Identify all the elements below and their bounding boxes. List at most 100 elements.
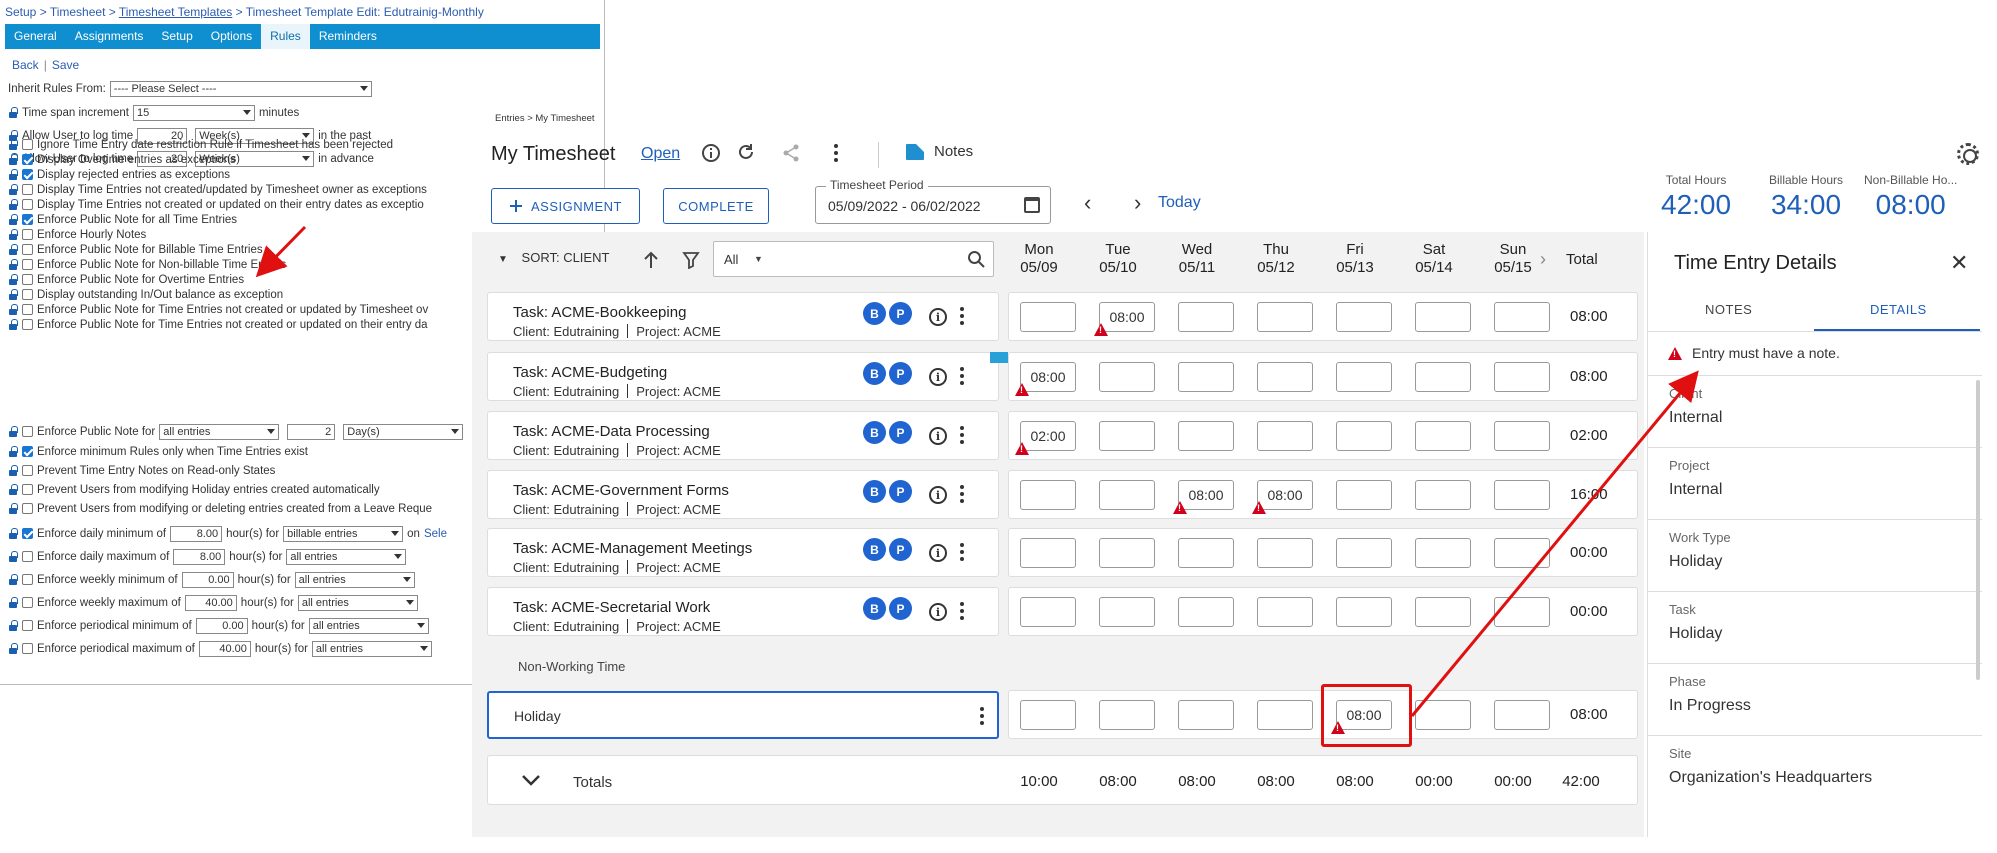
legacy-tab-rules[interactable]: Rules [261, 24, 310, 49]
tab-notes[interactable]: NOTES [1705, 302, 1752, 317]
time-entry-cell[interactable] [1020, 302, 1076, 332]
time-entry-cell[interactable] [1415, 480, 1471, 510]
time-entry-cell[interactable] [1336, 421, 1392, 451]
time-entry-cell[interactable] [1178, 700, 1234, 730]
collapse-chevron-icon[interactable] [521, 774, 541, 788]
task-more-icon[interactable] [960, 602, 964, 622]
lock-icon[interactable] [8, 289, 18, 300]
task-card[interactable]: Task: ACME-Government Forms Client: Edutr… [487, 470, 999, 519]
rule-checkbox[interactable] [22, 319, 33, 330]
task-info-icon[interactable]: i [929, 603, 947, 621]
note-for-select[interactable]: all entries [159, 423, 280, 440]
rule-checkbox[interactable] [22, 465, 33, 476]
time-entry-cell[interactable] [1099, 362, 1155, 392]
time-entry-cell[interactable] [1178, 597, 1234, 627]
rule-checkbox[interactable] [22, 169, 33, 180]
filter-caret-icon[interactable]: ▼ [754, 254, 763, 264]
time-entry-cell[interactable] [1257, 700, 1313, 730]
time-entry-cell[interactable] [1336, 362, 1392, 392]
task-card[interactable]: Task: ACME-Bookkeeping Client: Edutrainin… [487, 292, 999, 341]
time-entry-cell[interactable] [1415, 700, 1471, 730]
rule-checkbox[interactable] [22, 484, 33, 495]
legacy-tab-assignments[interactable]: Assignments [66, 24, 153, 49]
time-entry-cell[interactable] [1494, 362, 1550, 392]
rule-checkbox[interactable] [22, 214, 33, 225]
time-entry-cell[interactable] [1099, 480, 1155, 510]
sort-control[interactable]: ▼ SORT: CLIENT [498, 250, 609, 265]
task-more-icon[interactable] [960, 543, 964, 563]
lock-icon[interactable] [8, 465, 18, 476]
next-period-chevron-icon[interactable]: › [1134, 190, 1141, 216]
scroll-days-chevron-icon[interactable]: › [1532, 248, 1554, 270]
tab-details[interactable]: DETAILS [1870, 302, 1927, 317]
rule-checkbox[interactable] [22, 244, 33, 255]
inherit-select[interactable]: ---- Please Select ---- [109, 80, 372, 97]
rule-checkbox[interactable] [22, 289, 33, 300]
time-entry-cell[interactable] [1099, 538, 1155, 568]
limit-value-input[interactable]: 8.00 [173, 548, 226, 565]
holiday-more-icon[interactable] [980, 707, 984, 727]
rule-checkbox[interactable] [22, 304, 33, 315]
rule-checkbox[interactable] [22, 154, 33, 165]
lock-icon[interactable] [8, 426, 18, 437]
crumb-timesheet[interactable]: Timesheet [50, 5, 106, 19]
time-entry-cell[interactable] [1336, 538, 1392, 568]
time-entry-cell[interactable] [1494, 538, 1550, 568]
time-entry-cell[interactable] [1178, 421, 1234, 451]
time-entry-cell[interactable] [1494, 597, 1550, 627]
task-info-icon[interactable]: i [929, 427, 947, 445]
lock-icon[interactable] [8, 528, 18, 539]
time-entry-cell[interactable] [1415, 362, 1471, 392]
save-link[interactable]: Save [52, 58, 79, 72]
limit-select[interactable]: all entries [294, 571, 415, 588]
legacy-tab-reminders[interactable]: Reminders [310, 24, 386, 49]
limit-select[interactable]: all entries [286, 548, 407, 565]
lock-icon[interactable] [8, 597, 18, 608]
lock-icon[interactable] [8, 259, 18, 270]
info-icon[interactable] [700, 142, 722, 164]
lock-icon[interactable] [8, 304, 18, 315]
note-for-checkbox[interactable] [22, 426, 33, 437]
task-info-icon[interactable]: i [929, 308, 947, 326]
time-entry-cell[interactable] [1020, 538, 1076, 568]
lock-icon[interactable] [8, 319, 18, 330]
legacy-tab-general[interactable]: General [5, 24, 66, 49]
rule-checkbox[interactable] [22, 503, 33, 514]
prev-period-chevron-icon[interactable]: ‹ [1084, 190, 1091, 216]
lock-icon[interactable] [8, 446, 18, 457]
complete-button[interactable]: COMPLETE [663, 188, 769, 224]
time-entry-cell[interactable] [1257, 362, 1313, 392]
time-entry-cell[interactable] [1415, 597, 1471, 627]
rule-checkbox[interactable] [22, 199, 33, 210]
lock-icon[interactable] [8, 551, 18, 562]
close-icon[interactable]: ✕ [1950, 250, 1968, 276]
limit-value-input[interactable]: 0.00 [195, 617, 248, 634]
limit-select[interactable]: all entries [297, 594, 418, 611]
panel-scrollbar[interactable] [1976, 380, 1980, 680]
limit-checkbox[interactable] [22, 620, 33, 631]
lock-icon[interactable] [8, 199, 18, 210]
span-select[interactable]: 15 [132, 104, 255, 121]
limit-select[interactable]: billable entries [283, 525, 404, 542]
crumb-setup[interactable]: Setup [5, 5, 36, 19]
time-entry-cell[interactable] [1257, 538, 1313, 568]
time-entry-cell[interactable] [1257, 421, 1313, 451]
time-entry-cell[interactable] [1020, 597, 1076, 627]
time-entry-cell[interactable] [1178, 302, 1234, 332]
task-card[interactable]: Task: ACME-Data Processing Client: Edutra… [487, 411, 999, 460]
lock-icon[interactable] [8, 620, 18, 631]
limit-value-input[interactable]: 0.00 [181, 571, 234, 588]
rule-checkbox[interactable] [22, 139, 33, 150]
legacy-tab-options[interactable]: Options [202, 24, 261, 49]
time-entry-cell[interactable] [1099, 597, 1155, 627]
task-info-icon[interactable]: i [929, 544, 947, 562]
limit-value-input[interactable]: 40.00 [198, 640, 251, 657]
time-entry-cell[interactable] [1099, 700, 1155, 730]
calendar-icon[interactable] [1024, 197, 1040, 213]
task-more-icon[interactable] [960, 426, 964, 446]
time-entry-cell[interactable] [1415, 538, 1471, 568]
today-link[interactable]: Today [1158, 194, 1201, 212]
limit-value-input[interactable]: 8.00 [170, 525, 223, 542]
filter-search-input[interactable]: All ▼ [713, 241, 994, 277]
lock-icon[interactable] [8, 214, 18, 225]
